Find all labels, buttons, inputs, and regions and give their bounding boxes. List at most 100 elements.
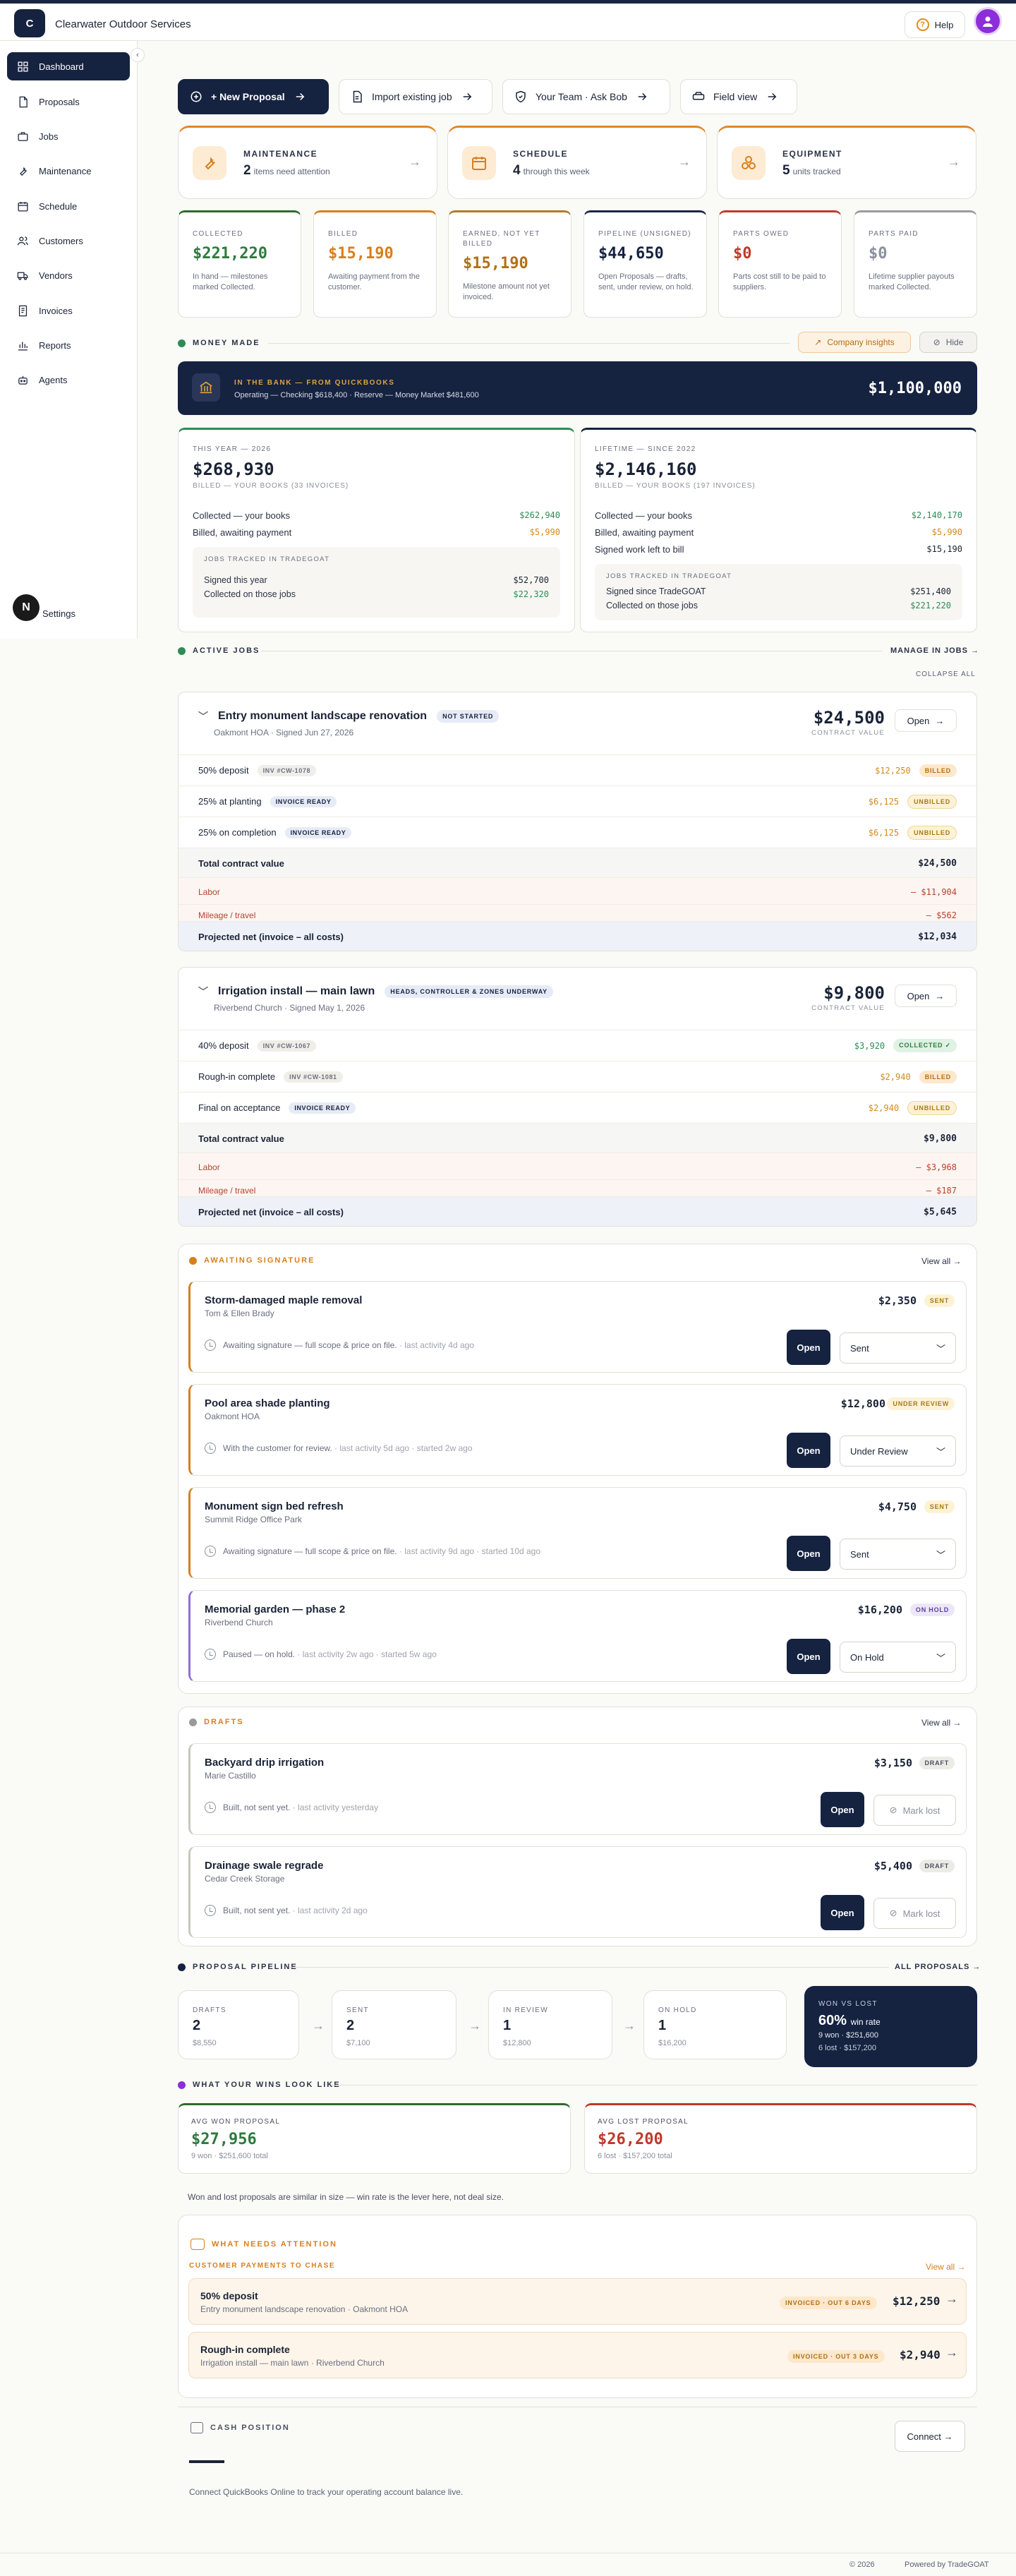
mark-lost-button[interactable]: ⊘ Mark lost — [873, 1795, 956, 1826]
new-proposal-button[interactable]: + New Proposal — [178, 79, 329, 114]
sidebar-item-invoices[interactable]: Invoices — [7, 296, 130, 325]
open-proposal-button[interactable]: Open — [787, 1433, 830, 1468]
job-title[interactable]: ﹀ Entry monument landscape renovation NO… — [198, 709, 500, 723]
milestone-row[interactable]: 50% deposit INV #CW-1078 $12,250 BILLED — [179, 754, 976, 786]
status-select[interactable]: Under Review ﹀ — [840, 1436, 956, 1467]
invoice-ready-tag[interactable]: INVOICE READY — [270, 795, 337, 807]
won-vs-lost-card[interactable]: WON VS LOST 60% win rate 9 won · $251,60… — [804, 1986, 977, 2067]
sidebar-item-settings[interactable]: Settings — [42, 608, 75, 619]
attention-view-all-link[interactable]: View all → — [926, 2262, 965, 2272]
sidebar-item-jobs[interactable]: Jobs — [7, 122, 130, 150]
notification-badge[interactable]: N — [13, 594, 40, 621]
status-badge: BILLED — [919, 764, 957, 777]
pipeline-stage-drafts[interactable]: DRAFTS 2 $8,550 — [178, 1990, 299, 2059]
attention-heading: WHAT NEEDS ATTENTION — [190, 2239, 337, 2250]
milestone-row[interactable]: Final on acceptance INVOICE READY $2,940 U… — [179, 1092, 976, 1123]
pipeline-stage-sent[interactable]: SENT 2 $7,100 — [332, 1990, 456, 2059]
invoice-ready-tag[interactable]: INVOICE READY — [284, 826, 352, 838]
sidebar-collapse-button[interactable]: ‹ — [131, 48, 145, 62]
pipeline-stage-on-hold[interactable]: ON HOLD 1 $16,200 — [643, 1990, 787, 2059]
kpi-value: $0 — [869, 245, 888, 263]
hide-button[interactable]: ⊘ Hide — [919, 332, 977, 353]
equipment-tile[interactable]: EQUIPMENT 5 units tracked → — [717, 126, 976, 199]
open-draft-button[interactable]: Open — [821, 1792, 864, 1827]
kpi-parts-owed[interactable]: PARTS OWED $0 Parts cost still to be pai… — [718, 210, 842, 318]
panel-value: $2,146,160 — [595, 459, 697, 479]
kpi-label: COLLECTED — [193, 230, 243, 238]
payment-chase-item[interactable]: Rough-in complete Irrigation install — m… — [188, 2332, 967, 2378]
proposal-card[interactable]: Storm-damaged maple removal Tom & Ellen … — [188, 1281, 967, 1373]
import-job-button[interactable]: Import existing job — [339, 79, 492, 114]
awaiting-view-all-link[interactable]: View all → — [921, 1256, 961, 1266]
status-select[interactable]: Sent ﹀ — [840, 1332, 956, 1364]
clock-icon — [205, 1802, 216, 1813]
kpi-collected[interactable]: COLLECTED $221,220 In hand — milestones … — [178, 210, 301, 318]
clock-icon — [205, 1546, 216, 1557]
collapse-all-link[interactable]: COLLAPSE ALL — [916, 670, 976, 678]
manage-in-jobs-link[interactable]: MANAGE IN JOBS → — [890, 646, 979, 655]
kpi-value: $44,650 — [598, 245, 664, 263]
net-row: Projected net (invoice – all costs) $12,0… — [179, 921, 976, 951]
wallet-icon — [190, 2422, 203, 2433]
open-proposal-button[interactable]: Open — [787, 1536, 830, 1571]
sidebar-item-schedule[interactable]: Schedule — [7, 192, 130, 220]
open-draft-button[interactable]: Open — [821, 1895, 864, 1930]
ask-bob-button[interactable]: Your Team · Ask Bob — [502, 79, 670, 114]
help-icon: ? — [916, 18, 929, 31]
sidebar-item-dashboard[interactable]: Dashboard — [7, 52, 130, 80]
kpi-earned-not-billed[interactable]: EARNED, NOT YET BILLED $15,190 Milestone… — [448, 210, 572, 318]
maintenance-tile[interactable]: MAINTENANCE 2 items need attention → — [178, 126, 437, 199]
pipeline-stage-in-review[interactable]: IN REVIEW 1 $12,800 — [488, 1990, 612, 2059]
draft-card[interactable]: Drainage swale regrade Cedar Creek Stora… — [188, 1846, 967, 1938]
proposal-title: Pool area shade planting — [205, 1397, 330, 1409]
kpi-label: EARNED, NOT YET BILLED — [463, 230, 540, 248]
sidebar-item-reports[interactable]: Reports — [7, 331, 130, 359]
open-proposal-button[interactable]: Open — [787, 1639, 830, 1674]
open-job-button[interactable]: Open → — [895, 985, 957, 1007]
sidebar-item-agents[interactable]: Agents — [7, 366, 130, 394]
field-view-button[interactable]: Field view — [680, 79, 797, 114]
help-button[interactable]: ? Help — [905, 11, 965, 38]
schedule-tile[interactable]: SCHEDULE 4 through this week → — [447, 126, 707, 199]
ban-icon: ⊘ — [889, 1908, 897, 1918]
status-badge: UNBILLED — [907, 825, 957, 840]
all-proposals-link[interactable]: ALL PROPOSALS → — [895, 1963, 981, 1971]
user-avatar[interactable] — [974, 7, 1002, 35]
sidebar-item-customers[interactable]: Customers — [7, 227, 130, 255]
draft-amount: $3,150 — [873, 1757, 912, 1769]
draft-card[interactable]: Backyard drip irrigation Marie Castillo … — [188, 1743, 967, 1835]
milestone-row[interactable]: 40% deposit INV #CW-1067 $3,920 COLLECTED … — [179, 1030, 976, 1061]
kpi-pipeline[interactable]: PIPELINE (UNSIGNED) $44,650 Open Proposa… — [583, 210, 707, 318]
status-select[interactable]: Sent ﹀ — [840, 1539, 956, 1570]
company-logo[interactable]: C — [14, 9, 45, 37]
invoice-ready-tag[interactable]: INVOICE READY — [289, 1102, 356, 1114]
kpi-parts-paid[interactable]: PARTS PAID $0 Lifetime supplier payouts … — [854, 210, 977, 318]
milestone-row[interactable]: Rough-in complete INV #CW-1081 $2,940 BILL… — [179, 1061, 976, 1092]
open-job-button[interactable]: Open → — [895, 709, 957, 732]
sidebar-item-proposals[interactable]: Proposals — [7, 88, 130, 116]
drafts-view-all-link[interactable]: View all → — [921, 1718, 961, 1728]
proposal-card[interactable]: Monument sign bed refresh Summit Ridge O… — [188, 1487, 967, 1579]
sidebar-item-vendors[interactable]: Vendors — [7, 261, 130, 289]
status-badge: UNBILLED — [907, 794, 957, 809]
kpi-value: $221,220 — [193, 245, 267, 263]
proposal-card[interactable]: Pool area shade planting Oakmont HOA Wit… — [188, 1384, 967, 1476]
payment-chase-item[interactable]: 50% deposit Entry monument landscape ren… — [188, 2278, 967, 2325]
arrow-right-icon — [463, 92, 471, 101]
status-select[interactable]: On Hold ﹀ — [840, 1642, 956, 1673]
connect-quickbooks-button[interactable]: Connect → — [895, 2421, 965, 2452]
gray-dot-icon — [189, 1718, 197, 1726]
clock-icon — [205, 1340, 216, 1351]
powered-by[interactable]: Powered by TradeGOAT — [905, 2560, 989, 2569]
milestone-row[interactable]: 25% at planting INVOICE READY $6,125 UNBIL… — [179, 786, 976, 817]
proposal-card[interactable]: Memorial garden — phase 2 Riverbend Chur… — [188, 1590, 967, 1682]
job-title[interactable]: ﹀ Irrigation install — main lawn HEADS, … — [198, 985, 553, 999]
sidebar-item-maintenance[interactable]: Maintenance — [7, 157, 130, 185]
kpi-billed[interactable]: BILLED $15,190 Awaiting payment from the… — [313, 210, 437, 318]
draft-title: Drainage swale regrade — [205, 1860, 324, 1872]
mark-lost-button[interactable]: ⊘ Mark lost — [873, 1898, 956, 1929]
open-proposal-button[interactable]: Open — [787, 1330, 830, 1365]
panel-label: LIFETIME — SINCE 2022 — [595, 445, 696, 453]
company-insights-button[interactable]: ↗ Company insights — [798, 332, 911, 353]
milestone-row[interactable]: 25% on completion INVOICE READY $6,125 UNB… — [179, 817, 976, 848]
